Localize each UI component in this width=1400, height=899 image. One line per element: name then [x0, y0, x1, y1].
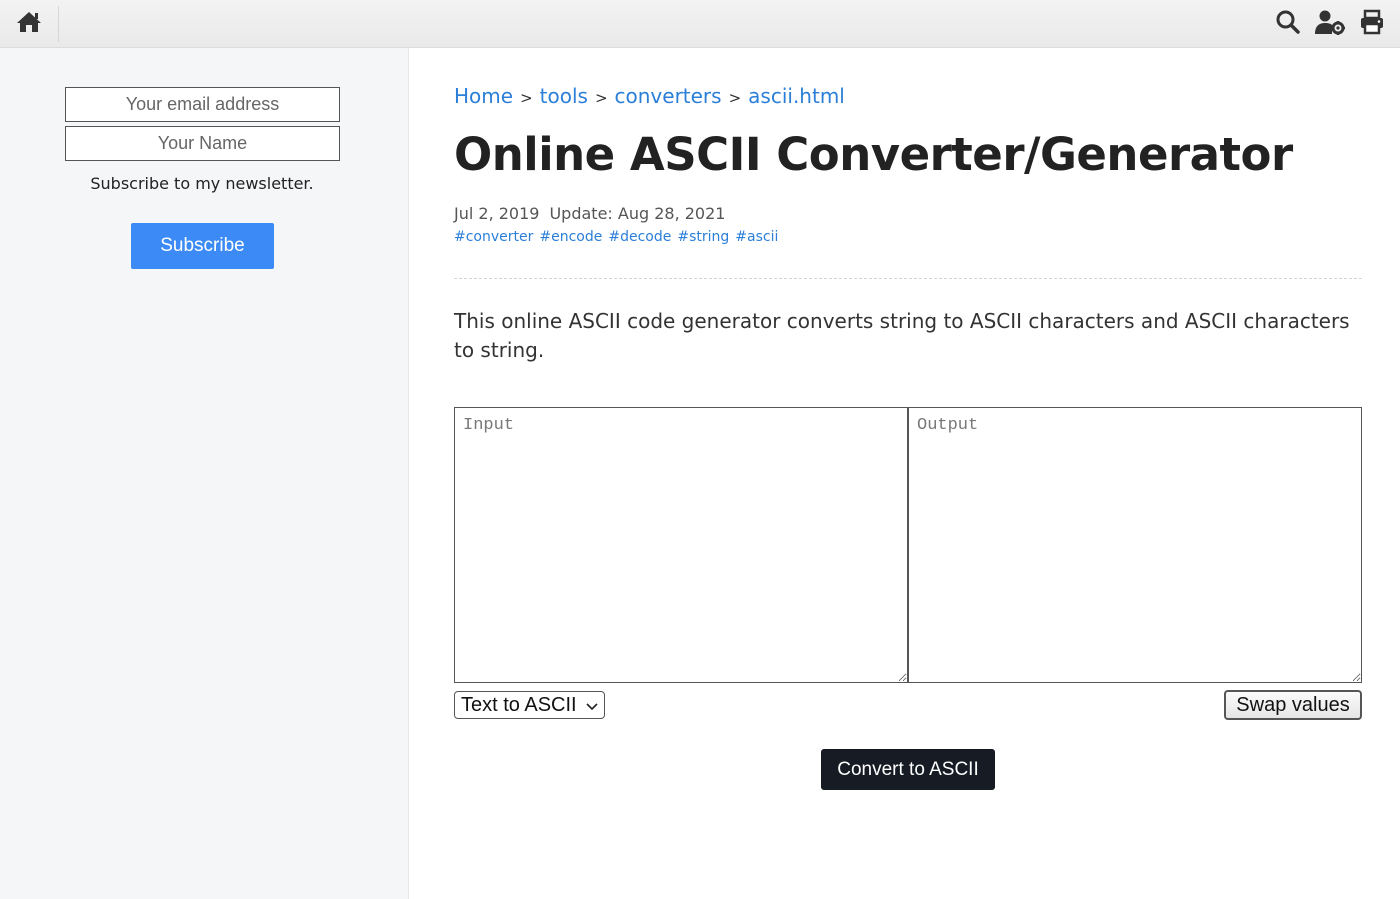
name-field[interactable] — [65, 126, 340, 161]
convert-button[interactable]: Convert to ASCII — [821, 749, 995, 790]
email-field[interactable] — [65, 87, 340, 122]
output-textarea[interactable] — [908, 407, 1362, 683]
breadcrumb-separator: > — [520, 89, 533, 107]
breadcrumb-tools[interactable]: tools — [540, 84, 588, 108]
chevron-down-icon — [586, 694, 598, 717]
tag-link[interactable]: #string — [677, 229, 729, 245]
conversion-mode-value: Text to ASCII — [461, 693, 577, 716]
publish-date: Jul 2, 2019 — [454, 204, 540, 223]
swap-values-button[interactable]: Swap values — [1224, 690, 1362, 720]
breadcrumb-home[interactable]: Home — [454, 84, 513, 108]
search-button[interactable] — [1272, 9, 1304, 39]
update-date: Update: Aug 28, 2021 — [549, 204, 726, 223]
print-icon — [1359, 9, 1385, 40]
subscribe-button[interactable]: Subscribe — [131, 223, 274, 269]
page-title: Online ASCII Converter/Generator — [454, 128, 1293, 181]
tag-link[interactable]: #ascii — [735, 229, 778, 245]
sidebar: Subscribe to my newsletter. Subscribe — [0, 48, 409, 899]
user-gear-icon — [1314, 9, 1346, 40]
breadcrumb-converters[interactable]: converters — [615, 84, 722, 108]
content-divider — [454, 278, 1362, 279]
tag-list: #converter #encode #decode #string #ascii — [454, 229, 784, 245]
top-bar — [0, 0, 1400, 48]
topbar-divider — [58, 6, 59, 42]
print-button[interactable] — [1356, 9, 1388, 39]
newsletter-text: Subscribe to my newsletter. — [90, 174, 314, 193]
user-settings-button[interactable] — [1314, 9, 1346, 39]
tag-link[interactable]: #encode — [539, 229, 602, 245]
breadcrumb-separator: > — [728, 89, 742, 107]
breadcrumb-separator: > — [594, 89, 608, 107]
search-icon — [1275, 9, 1301, 40]
input-textarea[interactable] — [454, 407, 908, 683]
breadcrumb-current-page[interactable]: ascii.html — [748, 84, 845, 108]
tag-link[interactable]: #decode — [608, 229, 671, 245]
topbar-actions — [1272, 9, 1388, 39]
home-icon — [15, 10, 43, 39]
intro-paragraph: This online ASCII code generator convert… — [454, 309, 1350, 362]
home-button[interactable] — [14, 10, 44, 38]
post-meta: Jul 2, 2019 Update: Aug 28, 2021 — [454, 204, 725, 223]
conversion-mode-select[interactable]: Text to ASCII — [454, 691, 605, 719]
breadcrumb: Home > tools > converters > ascii.html — [454, 84, 845, 108]
tag-link[interactable]: #converter — [454, 229, 533, 245]
